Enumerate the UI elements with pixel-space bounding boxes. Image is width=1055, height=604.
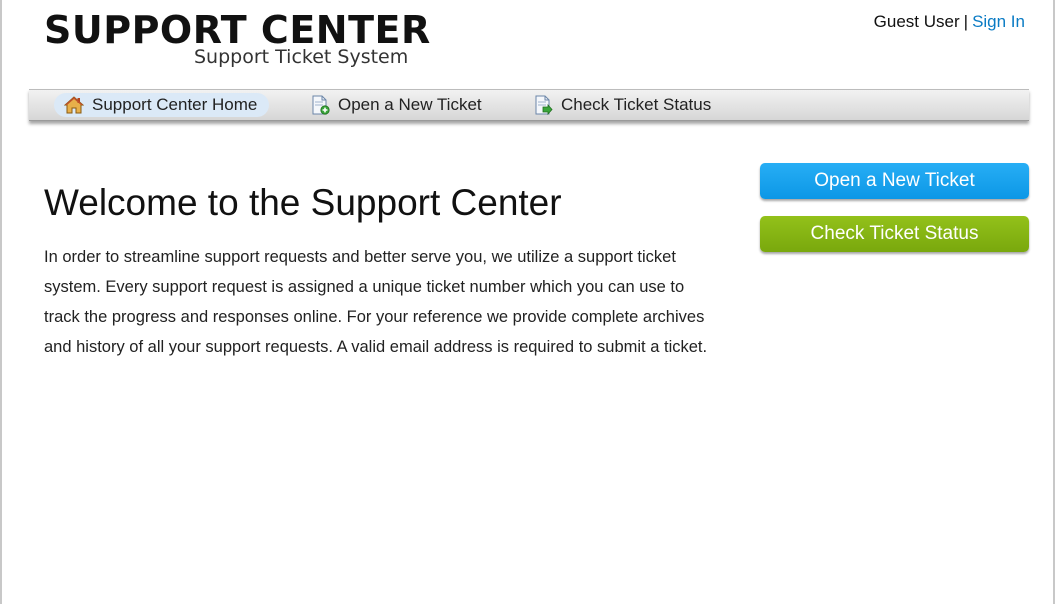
nav-label: Open a New Ticket (338, 95, 482, 114)
ticket-status-icon (533, 95, 553, 116)
nav-check-ticket-status[interactable]: Check Ticket Status (533, 93, 711, 117)
nav-support-center-home[interactable]: Support Center Home (54, 93, 270, 117)
new-ticket-icon (310, 95, 330, 115)
page: SUPPORT CENTER Support Ticket System Gue… (0, 0, 1055, 604)
welcome-paragraph: In order to streamline support requests … (44, 248, 708, 356)
user-separator: | (963, 12, 969, 31)
main-nav: Support Center Home Open a New Ticket Ch… (29, 89, 1029, 121)
page-title: Welcome to the Support Center (44, 182, 562, 223)
open-new-ticket-button[interactable]: Open a New Ticket (760, 163, 1029, 199)
user-area: Guest User | Sign In (874, 12, 1025, 32)
guest-user-label: Guest User (873, 12, 960, 31)
home-icon (63, 95, 85, 115)
nav-label: Check Ticket Status (561, 95, 712, 114)
nav-label: Support Center Home (92, 95, 258, 114)
nav-open-new-ticket[interactable]: Open a New Ticket (310, 93, 482, 117)
logo-subtitle: Support Ticket System (194, 46, 409, 68)
check-ticket-status-button[interactable]: Check Ticket Status (760, 216, 1029, 252)
sign-in-link[interactable]: Sign In (972, 12, 1025, 31)
